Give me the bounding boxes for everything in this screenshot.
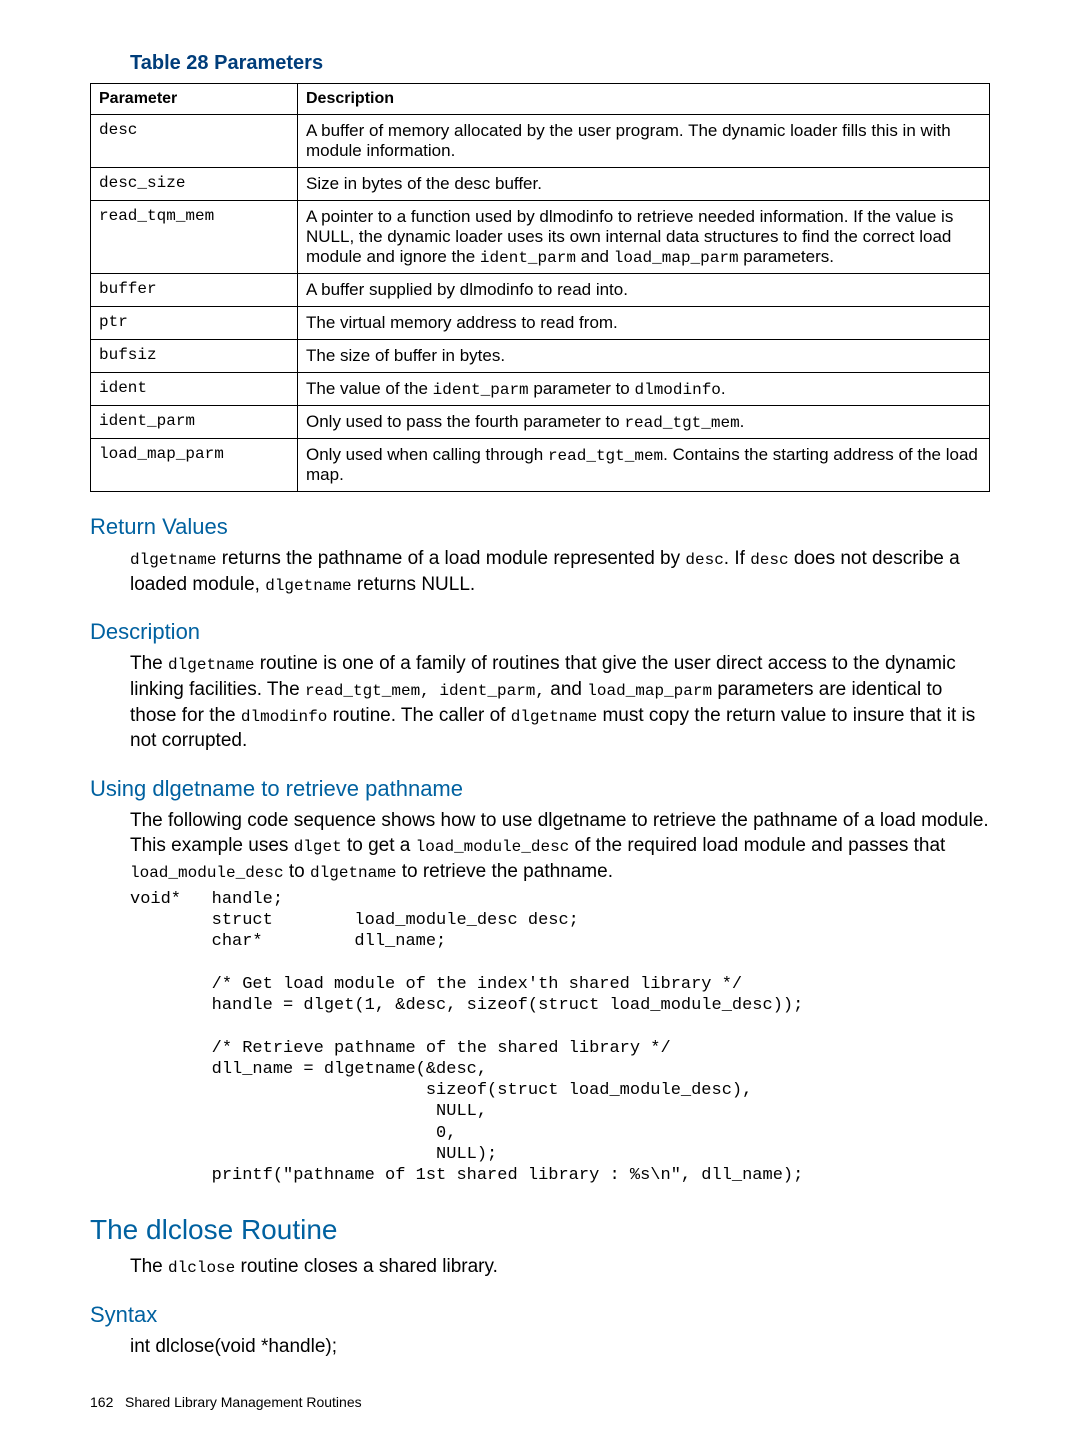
param-desc: The virtual memory address to read from. xyxy=(298,307,990,340)
page-number: 162 xyxy=(90,1394,113,1410)
return-values-text: dlgetname returns the pathname of a load… xyxy=(130,546,990,597)
parameters-table: Parameter Description desc A buffer of m… xyxy=(90,83,990,492)
param-name: desc xyxy=(91,115,298,168)
th-description: Description xyxy=(298,84,990,115)
param-name: ident_parm xyxy=(91,406,298,439)
param-name: load_map_parm xyxy=(91,439,298,492)
table-row: ptr The virtual memory address to read f… xyxy=(91,307,990,340)
param-name: read_tqm_mem xyxy=(91,201,298,274)
heading-description: Description xyxy=(90,619,990,645)
heading-dlclose-routine: The dlclose Routine xyxy=(90,1214,990,1246)
table-title: Table 28 Parameters xyxy=(130,52,990,75)
param-desc: Only used to pass the fourth parameter t… xyxy=(298,406,990,439)
table-row: load_map_parm Only used when calling thr… xyxy=(91,439,990,492)
table-row: bufsiz The size of buffer in bytes. xyxy=(91,340,990,373)
table-row: read_tqm_mem A pointer to a function use… xyxy=(91,201,990,274)
param-desc: The value of the ident_parm parameter to… xyxy=(298,373,990,406)
param-name: ptr xyxy=(91,307,298,340)
param-name: desc_size xyxy=(91,168,298,201)
using-text: The following code sequence shows how to… xyxy=(130,808,990,885)
syntax-text: int dlclose(void *handle); xyxy=(130,1334,990,1360)
table-row: ident The value of the ident_parm parame… xyxy=(91,373,990,406)
table-row: ident_parm Only used to pass the fourth … xyxy=(91,406,990,439)
param-desc: The size of buffer in bytes. xyxy=(298,340,990,373)
th-parameter: Parameter xyxy=(91,84,298,115)
heading-using-dlgetname: Using dlgetname to retrieve pathname xyxy=(90,776,990,802)
param-desc: A buffer supplied by dlmodinfo to read i… xyxy=(298,274,990,307)
footer-section: Shared Library Management Routines xyxy=(125,1394,362,1410)
table-row: buffer A buffer supplied by dlmodinfo to… xyxy=(91,274,990,307)
code-block: void* handle; struct load_module_desc de… xyxy=(130,889,990,1187)
param-desc: A pointer to a function used by dlmodinf… xyxy=(298,201,990,274)
heading-syntax: Syntax xyxy=(90,1302,990,1328)
page: Table 28 Parameters Parameter Descriptio… xyxy=(0,0,1080,1438)
heading-return-values: Return Values xyxy=(90,514,990,540)
param-name: bufsiz xyxy=(91,340,298,373)
table-row: desc A buffer of memory allocated by the… xyxy=(91,115,990,168)
param-desc: A buffer of memory allocated by the user… xyxy=(298,115,990,168)
param-desc: Only used when calling through read_tgt_… xyxy=(298,439,990,492)
page-footer: 162 Shared Library Management Routines xyxy=(90,1394,362,1410)
dlclose-text: The dlclose routine closes a shared libr… xyxy=(130,1254,990,1280)
table-row: desc_size Size in bytes of the desc buff… xyxy=(91,168,990,201)
param-name: ident xyxy=(91,373,298,406)
param-name: buffer xyxy=(91,274,298,307)
description-text: The dlgetname routine is one of a family… xyxy=(130,651,990,754)
param-desc: Size in bytes of the desc buffer. xyxy=(298,168,990,201)
